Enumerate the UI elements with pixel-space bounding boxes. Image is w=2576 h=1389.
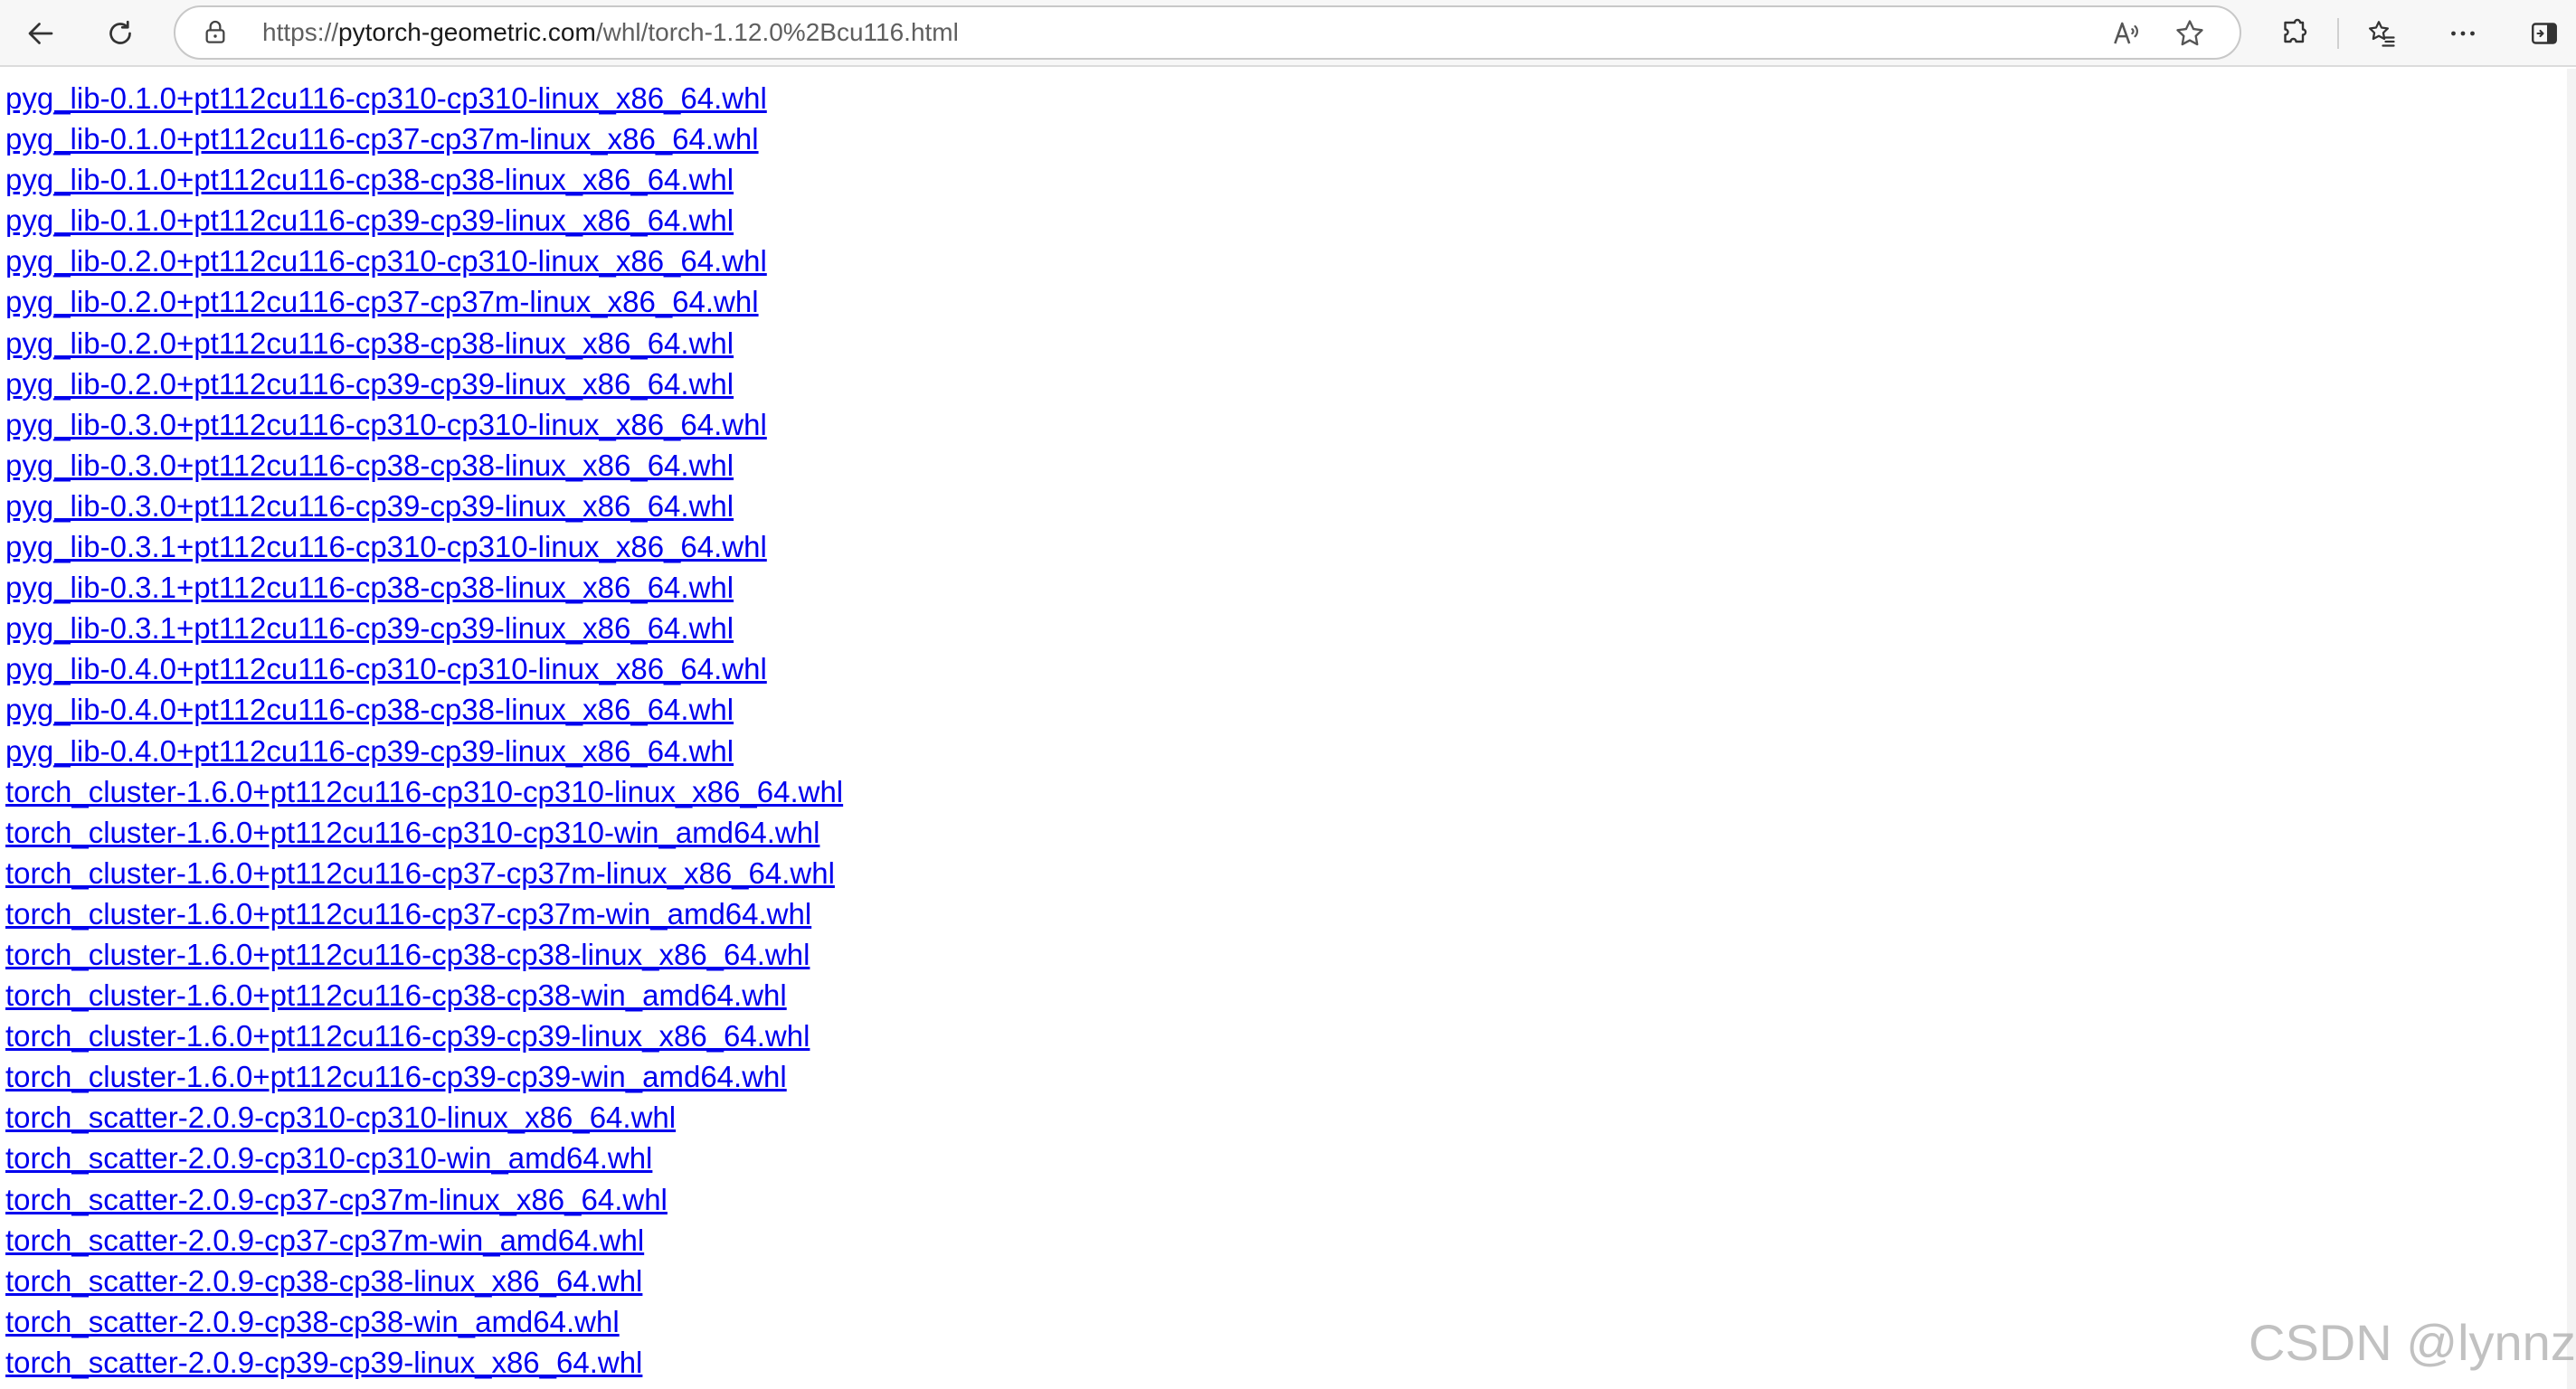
- wheel-link[interactable]: torch_cluster-1.6.0+pt112cu116-cp39-cp39…: [5, 1056, 2565, 1097]
- wheel-link[interactable]: torch_scatter-2.0.9-cp310-cp310-win_amd6…: [5, 1138, 2565, 1178]
- wheel-link[interactable]: pyg_lib-0.4.0+pt112cu116-cp38-cp38-linux…: [5, 689, 2565, 730]
- wheel-link[interactable]: pyg_lib-0.1.0+pt112cu116-cp37-cp37m-linu…: [5, 118, 2565, 159]
- address-bar[interactable]: https://pytorch-geometric.com/whl/torch-…: [174, 5, 2241, 60]
- wheel-link[interactable]: pyg_lib-0.3.0+pt112cu116-cp39-cp39-linux…: [5, 486, 2565, 526]
- wheel-link[interactable]: pyg_lib-0.2.0+pt112cu116-cp37-cp37m-linu…: [5, 281, 2565, 322]
- wheel-link[interactable]: pyg_lib-0.2.0+pt112cu116-cp38-cp38-linux…: [5, 323, 2565, 364]
- wheel-link[interactable]: torch_cluster-1.6.0+pt112cu116-cp310-cp3…: [5, 812, 2565, 853]
- wheel-link[interactable]: torch_scatter-2.0.9-cp37-cp37m-win_amd64…: [5, 1220, 2565, 1261]
- read-aloud-icon[interactable]: [2109, 16, 2144, 51]
- back-icon: [28, 23, 53, 44]
- wheel-link[interactable]: pyg_lib-0.1.0+pt112cu116-cp38-cp38-linux…: [5, 159, 2565, 200]
- wheel-link[interactable]: pyg_lib-0.4.0+pt112cu116-cp39-cp39-linux…: [5, 731, 2565, 771]
- watermark: CSDN @lynnz7: [2249, 1314, 2576, 1371]
- extensions-button[interactable]: [2270, 9, 2319, 58]
- wheel-link[interactable]: pyg_lib-0.1.0+pt112cu116-cp310-cp310-lin…: [5, 78, 2565, 118]
- favorites-button[interactable]: [2357, 9, 2406, 58]
- back-button[interactable]: [16, 9, 65, 58]
- url-path: /whl/torch-1.12.0%2Bcu116.html: [595, 18, 959, 46]
- url-host: pytorch-geometric.com: [338, 18, 596, 46]
- wheel-link[interactable]: torch_scatter-2.0.9-cp37-cp37m-linux_x86…: [5, 1179, 2565, 1220]
- more-menu-button[interactable]: [2439, 9, 2487, 58]
- toolbar-separator: [2337, 18, 2339, 49]
- sidebar-button[interactable]: [2520, 9, 2569, 58]
- wheel-link[interactable]: torch_cluster-1.6.0+pt112cu116-cp39-cp39…: [5, 1016, 2565, 1056]
- more-menu-icon: [2451, 31, 2475, 36]
- wheel-link[interactable]: pyg_lib-0.3.1+pt112cu116-cp39-cp39-linux…: [5, 608, 2565, 648]
- wheel-link[interactable]: torch_cluster-1.6.0+pt112cu116-cp37-cp37…: [5, 893, 2565, 934]
- refresh-icon: [109, 20, 131, 44]
- wheel-link[interactable]: torch_cluster-1.6.0+pt112cu116-cp37-cp37…: [5, 853, 2565, 893]
- wheel-link[interactable]: pyg_lib-0.4.0+pt112cu116-cp310-cp310-lin…: [5, 648, 2565, 689]
- refresh-button[interactable]: [96, 9, 145, 58]
- wheel-link[interactable]: torch_scatter-2.0.9-cp38-cp38-win_amd64.…: [5, 1301, 2565, 1342]
- vertical-scrollbar[interactable]: [2567, 69, 2576, 1389]
- wheel-link[interactable]: pyg_lib-0.3.1+pt112cu116-cp310-cp310-lin…: [5, 526, 2565, 567]
- wheel-link[interactable]: pyg_lib-0.3.0+pt112cu116-cp310-cp310-lin…: [5, 404, 2565, 445]
- browser-toolbar: https://pytorch-geometric.com/whl/torch-…: [0, 0, 2576, 67]
- wheel-link[interactable]: torch_scatter-2.0.9-cp38-cp38-linux_x86_…: [5, 1261, 2565, 1301]
- wheel-link[interactable]: torch_cluster-1.6.0+pt112cu116-cp38-cp38…: [5, 975, 2565, 1016]
- url-text[interactable]: https://pytorch-geometric.com/whl/torch-…: [262, 7, 959, 58]
- url-prefix: https://: [262, 18, 339, 46]
- wheel-link[interactable]: torch_scatter-2.0.9-cp39-cp39-linux_x86_…: [5, 1342, 2565, 1383]
- favorites-list-icon: [2368, 21, 2395, 47]
- sidebar-icon: [2532, 23, 2557, 44]
- wheel-link-list: pyg_lib-0.1.0+pt112cu116-cp310-cp310-lin…: [5, 78, 2565, 1383]
- wheel-link[interactable]: pyg_lib-0.2.0+pt112cu116-cp39-cp39-linux…: [5, 364, 2565, 404]
- wheel-link[interactable]: pyg_lib-0.3.0+pt112cu116-cp38-cp38-linux…: [5, 445, 2565, 486]
- wheel-link[interactable]: torch_scatter-2.0.9-cp310-cp310-linux_x8…: [5, 1097, 2565, 1138]
- wheel-link[interactable]: pyg_lib-0.2.0+pt112cu116-cp310-cp310-lin…: [5, 241, 2565, 281]
- wheel-link[interactable]: torch_cluster-1.6.0+pt112cu116-cp38-cp38…: [5, 934, 2565, 975]
- extensions-icon: [2284, 18, 2307, 43]
- wheel-link[interactable]: pyg_lib-0.1.0+pt112cu116-cp39-cp39-linux…: [5, 200, 2565, 241]
- wheel-link[interactable]: pyg_lib-0.3.1+pt112cu116-cp38-cp38-linux…: [5, 567, 2565, 608]
- wheel-link[interactable]: torch_cluster-1.6.0+pt112cu116-cp310-cp3…: [5, 771, 2565, 812]
- lock-icon[interactable]: [201, 18, 230, 47]
- favorite-star-icon[interactable]: [2173, 16, 2207, 51]
